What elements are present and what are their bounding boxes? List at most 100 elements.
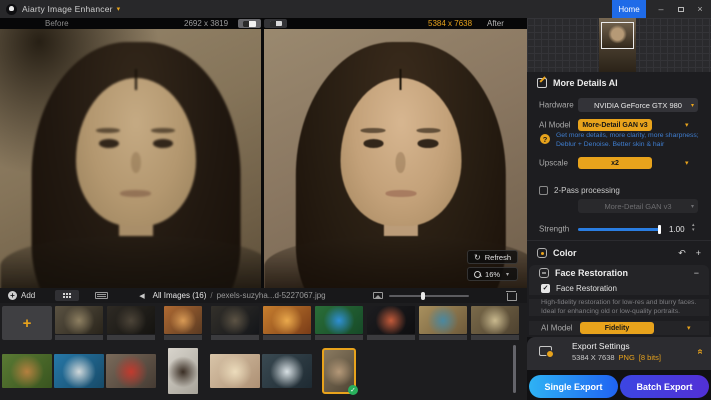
export-collapse-icon[interactable]: « [695, 349, 706, 355]
hardware-row: Hardware NVIDIA GeForce GTX 980 ▾ [527, 98, 711, 112]
refresh-button[interactable]: ↻ Refresh [467, 250, 518, 264]
thumbnail-size-handle[interactable] [421, 292, 425, 300]
face-model-dropdown[interactable]: Fidelity [580, 322, 654, 334]
ai-model-value: More-Detail GAN v3 [582, 122, 647, 129]
thumbnail-image [419, 306, 467, 334]
thumbnail-row-2: ✓ [2, 345, 364, 397]
zoom-control[interactable]: 16% ▾ [467, 267, 518, 281]
single-export-button[interactable]: Single Export [529, 375, 618, 398]
thumbnail-parrot[interactable] [314, 306, 364, 342]
export-settings-summary[interactable]: Export Settings 5384 X 7638 PNG [8 bits]… [527, 337, 711, 370]
thumbnail-moth-on-bark[interactable] [54, 306, 104, 342]
help-icon[interactable]: ? [540, 134, 550, 144]
delete-button[interactable] [507, 291, 515, 300]
face-model-chevron-icon[interactable]: ▾ [687, 324, 691, 332]
thumbnail-girl-portrait[interactable]: ✓ [314, 345, 364, 397]
split-view-toggle[interactable] [238, 19, 261, 28]
minimize-button[interactable]: – [653, 0, 669, 18]
face-model-label: AI Model [541, 324, 573, 333]
thumbnail-children-vintage[interactable] [470, 306, 520, 342]
home-button[interactable]: Home [612, 0, 646, 18]
export-depth: [8 bits] [639, 353, 661, 362]
thumbnail-size-slider[interactable] [389, 295, 469, 297]
after-label: After [487, 19, 504, 28]
color-section-header[interactable]: Color ↶ + [527, 245, 711, 261]
thumbnail-balloons-vintage[interactable] [210, 345, 260, 397]
thumbnail-cow-field[interactable] [2, 345, 52, 397]
face-description: High-fidelity restoration for low-res an… [529, 299, 709, 316]
maximize-button[interactable] [673, 0, 689, 18]
thumbnail-image [168, 348, 198, 394]
thumbnail-colorful-butterfly[interactable] [366, 306, 416, 342]
thumbnail-add[interactable]: + [2, 306, 52, 340]
thumbnail-snowy-trees[interactable] [262, 345, 312, 397]
strength-spinner[interactable]: ▴▾ [692, 223, 695, 233]
zoom-chevron-icon: ▾ [506, 271, 509, 278]
list-view-button[interactable] [89, 290, 113, 301]
face-collapse-icon[interactable]: − [694, 268, 699, 278]
thumbnail-caption-strip [55, 335, 103, 340]
zoom-level: 16% [485, 270, 500, 279]
color-expand-icon[interactable]: + [696, 248, 701, 259]
more-details-title: More Details AI [553, 78, 618, 88]
add-button[interactable]: + Add [8, 291, 35, 300]
refresh-label: Refresh [485, 253, 511, 262]
selected-check-icon: ✓ [348, 385, 358, 395]
breadcrumb-all-images[interactable]: All Images (16) [153, 291, 207, 300]
app-title: Aiarty Image Enhancer [22, 4, 113, 14]
navigator-viewport[interactable] [601, 22, 634, 49]
export-buttons: Single Export Batch Export [527, 370, 711, 398]
thumbnail-scrollbar[interactable] [513, 345, 516, 393]
ai-model-label: AI Model [539, 121, 571, 130]
two-pass-checkbox[interactable] [539, 186, 548, 195]
bottom-toolbar: + Add ◀ All Images (16) / pexels-suzyha.… [0, 288, 527, 303]
before-image-panel[interactable] [0, 29, 261, 288]
upscale-value: x2 [611, 160, 619, 167]
face-restoration-row: ✓ Face Restoration [529, 281, 709, 295]
preview-controls: ↻ Refresh 16% ▾ [467, 250, 518, 281]
ai-model-chevron-icon[interactable]: ▾ [685, 121, 689, 129]
back-button[interactable]: ◀ [139, 292, 144, 300]
upscale-row: Upscale x2 ▾ [527, 156, 711, 170]
thumbnail-caption-strip [263, 335, 311, 340]
app-menu-chevron-icon[interactable]: ▾ [117, 5, 121, 13]
batch-export-button[interactable]: Batch Export [620, 375, 709, 398]
thumbnail-beach-painting[interactable] [418, 306, 468, 342]
face-title: Face Restoration [555, 268, 628, 278]
split-view-icon [243, 21, 256, 27]
strength-slider-handle[interactable] [658, 225, 661, 234]
thumbnail-dark-lake[interactable] [210, 306, 260, 342]
thumbnail-image [107, 306, 155, 334]
strength-slider[interactable] [578, 228, 660, 231]
two-pass-row: 2-Pass processing [527, 184, 711, 196]
thumbnail-image [54, 354, 104, 388]
two-pass-label: 2-Pass processing [554, 186, 620, 195]
thumbnail-street-truck[interactable] [106, 345, 156, 397]
breadcrumb-separator: / [210, 291, 212, 300]
add-label: Add [21, 291, 35, 300]
face-section-header[interactable]: Face Restoration − [529, 265, 709, 281]
thumbnail-travel-collage[interactable] [158, 306, 208, 342]
side-by-side-view-toggle[interactable] [264, 19, 287, 28]
upscale-dropdown[interactable]: x2 [578, 157, 652, 169]
thumbnail-image [263, 306, 311, 334]
thumbnail-sea-boat[interactable] [54, 345, 104, 397]
thumbnail-dark-mountains[interactable] [106, 306, 156, 342]
upscale-chevron-icon[interactable]: ▾ [685, 159, 689, 167]
ai-model-dropdown[interactable]: More-Detail GAN v3 [578, 119, 652, 131]
thumbnail-image [106, 354, 156, 388]
grid-view-button[interactable] [55, 290, 79, 301]
thumbnail-orange-portrait[interactable] [262, 306, 312, 342]
close-button[interactable]: × [692, 0, 708, 18]
after-size: 5384 x 7638 [428, 19, 472, 28]
hardware-dropdown[interactable]: NVIDIA GeForce GTX 980 ▾ [578, 98, 698, 112]
thumbnail-antler-figure[interactable] [158, 345, 208, 397]
color-reset-icon[interactable]: ↶ [678, 248, 686, 259]
after-image-panel[interactable]: ↻ Refresh 16% ▾ [264, 29, 527, 288]
model-description-row: ? Get more details, more clarity, more s… [527, 132, 711, 152]
face-restoration-checkbox[interactable]: ✓ [541, 284, 550, 293]
grid-view-icon [63, 293, 71, 298]
navigator-panel[interactable] [527, 18, 711, 72]
thumbnail-image: ✓ [322, 348, 356, 394]
thumbnail-caption-strip [315, 335, 363, 340]
